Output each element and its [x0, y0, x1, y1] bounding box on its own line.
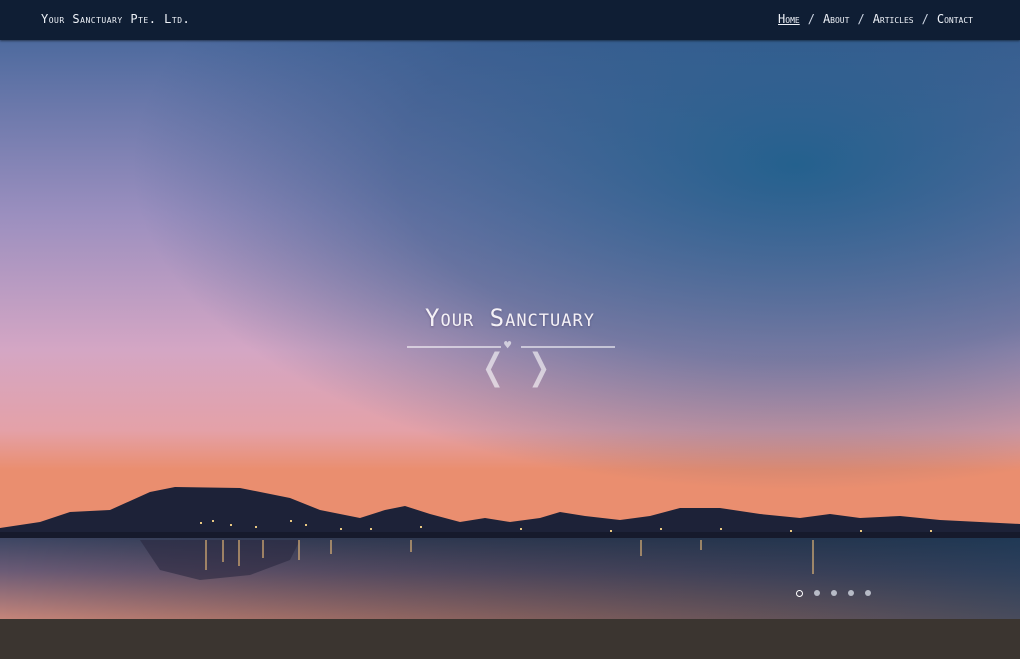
- hero-divider: ♥: [407, 339, 615, 354]
- nav-separator: /: [857, 12, 865, 26]
- slide-dot-5[interactable]: [865, 590, 871, 596]
- brand-name[interactable]: Your Sanctuary Pte. Ltd.: [41, 12, 190, 26]
- next-slide-chevron-icon[interactable]: ❭: [524, 348, 554, 388]
- hero-slider: Your Sanctuary ♥ ❬ ❭: [0, 40, 1020, 620]
- footer-strip: [0, 619, 1020, 659]
- nav-separator: /: [921, 12, 929, 26]
- nav-contact-link[interactable]: Contact: [937, 12, 973, 26]
- nav-home-link[interactable]: Home: [778, 12, 800, 26]
- nav-articles-link[interactable]: Articles: [873, 12, 914, 26]
- slide-dot-2[interactable]: [814, 590, 820, 596]
- top-nav-bar: Your Sanctuary Pte. Ltd. Home / About / …: [0, 0, 1020, 40]
- nav-about-link[interactable]: About: [823, 12, 850, 26]
- slide-dot-3[interactable]: [831, 590, 837, 596]
- slide-pagination: [796, 590, 882, 597]
- main-nav: Home / About / Articles / Contact: [778, 12, 973, 26]
- nav-separator: /: [807, 12, 815, 26]
- slide-dot-4[interactable]: [848, 590, 854, 596]
- hero-title: Your Sanctuary: [425, 304, 595, 332]
- prev-slide-chevron-icon[interactable]: ❬: [478, 348, 508, 388]
- slide-dot-1[interactable]: [796, 590, 803, 597]
